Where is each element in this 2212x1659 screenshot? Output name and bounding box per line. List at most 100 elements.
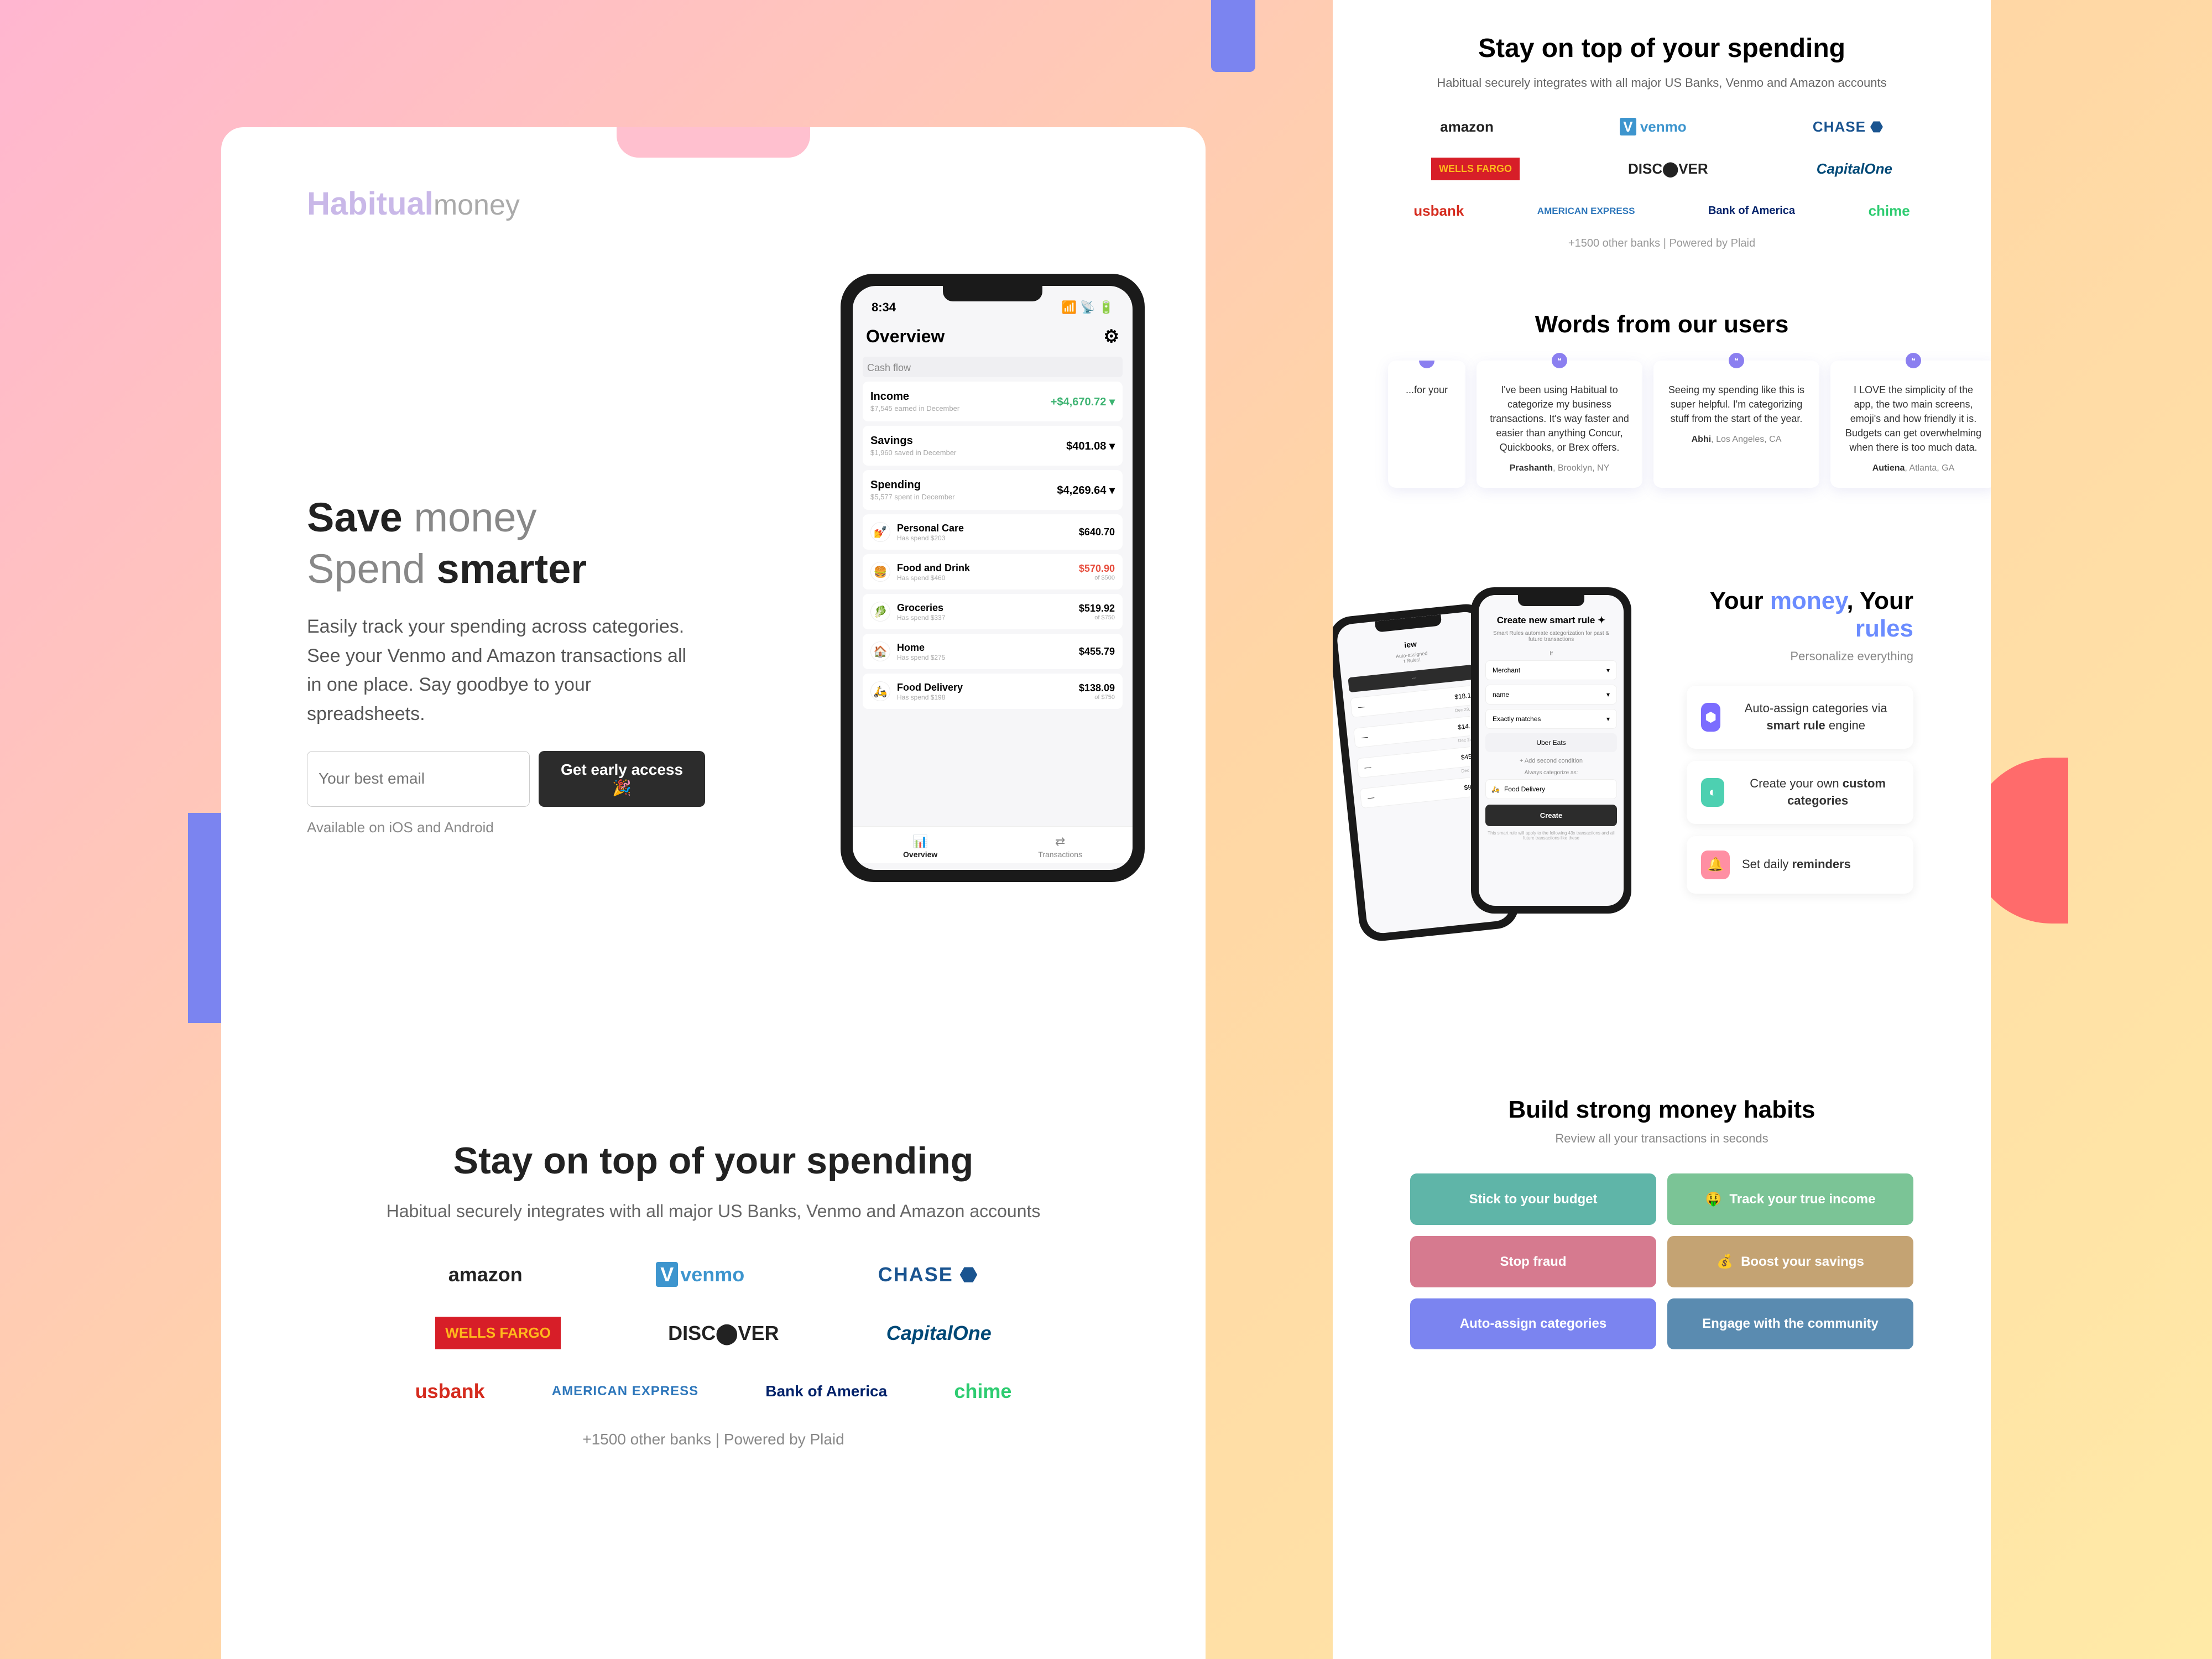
habit-button[interactable]: Stop fraud: [1410, 1236, 1656, 1287]
r-spending-sub: Habitual securely integrates with all ma…: [1377, 74, 1947, 92]
rules-phones: iew Auto-assignedt Rules! ··· —$18.19 De…: [1377, 587, 1676, 974]
category-row[interactable]: 💅Personal CareHas spend $203$640.70: [863, 514, 1123, 550]
rules-text: Your money, Your rules Personalize every…: [1676, 587, 1913, 974]
r-plaid-note: +1500 other banks | Powered by Plaid: [1377, 237, 1947, 250]
testimonial-card: ❝I've been using Habitual to categorize …: [1477, 361, 1642, 488]
rule-field-merchant[interactable]: Merchant▾: [1485, 660, 1617, 680]
category-row[interactable]: 🏠HomeHas spend $275$455.79: [863, 634, 1123, 669]
cta-button[interactable]: Get early access 🎉: [539, 751, 705, 807]
brand-grid: amazon Vvenmo CHASE ⬣ WELLS FARGO DISC⬤V…: [382, 1263, 1045, 1403]
swap-icon: ⇄: [1038, 834, 1082, 849]
brand-venmo: Vvenmo: [656, 1263, 744, 1286]
phone-status-bar: 8:34 📶 📡 🔋: [863, 298, 1123, 321]
brand-chime: chime: [954, 1380, 1011, 1403]
rule-category[interactable]: 🛵Food Delivery: [1485, 779, 1617, 799]
decor-purple-top: [1211, 0, 1255, 72]
brand-logo: Habitualmoney: [307, 185, 520, 222]
brand-amazon: amazon: [448, 1263, 523, 1286]
habits-sub: Review all your transactions in seconds: [1410, 1131, 1913, 1146]
overview-title: Overview: [866, 326, 945, 347]
tab-transactions[interactable]: ⇄Transactions: [1038, 834, 1082, 859]
email-row: Get early access 🎉: [307, 751, 705, 807]
email-input[interactable]: [307, 751, 530, 807]
spending-sub: Habitual securely integrates with all ma…: [221, 1198, 1206, 1224]
rule-create-button[interactable]: Create: [1485, 805, 1617, 826]
cashflow-label: Cash flow: [863, 357, 1123, 377]
brand-chase: CHASE ⬣: [878, 1263, 978, 1286]
rules-phone-front: Create new smart rule ✦ Smart Rules auto…: [1471, 587, 1631, 914]
habits-title: Build strong money habits: [1410, 1096, 1913, 1124]
brand-discover: DISC⬤VER: [668, 1322, 779, 1345]
spending-title: Stay on top of your spending: [221, 1139, 1206, 1182]
phone-notch: [943, 286, 1042, 301]
rule-footer: This smart rule will apply to the follow…: [1485, 831, 1617, 841]
rule-feature-card[interactable]: ◐Create your own custom categories: [1687, 761, 1913, 824]
status-icons: 📶 📡 🔋: [1062, 300, 1114, 315]
habit-button[interactable]: 🤑Track your true income: [1667, 1173, 1913, 1225]
brand-bofa: Bank of America: [765, 1383, 887, 1400]
plaid-note: +1500 other banks | Powered by Plaid: [221, 1431, 1206, 1448]
rule-feature-card[interactable]: 🔔Set daily reminders: [1687, 836, 1913, 894]
category-row[interactable]: 🛵Food DeliveryHas spend $198$138.09of $7…: [863, 674, 1123, 709]
r-brand-grid: amazon V venmo CHASE ⬣ WELLS FARGO DISC⬤…: [1377, 118, 1947, 220]
phone-mockup: 8:34 📶 📡 🔋 Overview ⚙ Cash flow Income$7…: [841, 274, 1145, 882]
brand-amex: AMERICAN EXPRESS: [552, 1384, 698, 1399]
r-brand-amazon: amazon: [1440, 118, 1494, 135]
rules-section: iew Auto-assignedt Rules! ··· —$18.19 De…: [1377, 587, 1947, 974]
rule-feature-card[interactable]: ⬢Auto-assign categories via smart rule e…: [1687, 686, 1913, 749]
habit-button[interactable]: 💰Boost your savings: [1667, 1236, 1913, 1287]
rule-field-name[interactable]: name▾: [1485, 685, 1617, 705]
feature-icon: 🔔: [1701, 851, 1730, 879]
r-brand-amex: AMERICAN EXPRESS: [1537, 206, 1635, 217]
rules-subtitle: Personalize everything: [1687, 649, 1913, 664]
habit-button[interactable]: Auto-assign categories: [1410, 1298, 1656, 1349]
tab-overview[interactable]: 📊Overview: [903, 834, 937, 859]
category-row[interactable]: 🍔Food and DrinkHas spend $460$570.90of $…: [863, 554, 1123, 589]
cashflow-row[interactable]: Income$7,545 earned in December+$4,670.7…: [863, 382, 1123, 421]
rule-phone-sub: Smart Rules automate categorization for …: [1485, 630, 1617, 643]
brand-suffix: money: [434, 189, 520, 221]
availability-text: Available on iOS and Android: [307, 819, 705, 836]
testimonial-row[interactable]: ❝...for your❝I've been using Habitual to…: [1377, 361, 1947, 488]
rules-title: Your money, Your rules: [1687, 587, 1913, 643]
spending-section: Stay on top of your spending Habitual se…: [221, 1139, 1206, 1448]
r-brand-bofa: Bank of America: [1708, 205, 1795, 217]
page-notch: [617, 127, 810, 158]
habit-button[interactable]: Stick to your budget: [1410, 1173, 1656, 1225]
feature-icon: ⬢: [1701, 703, 1720, 732]
habit-button[interactable]: Engage with the community: [1667, 1298, 1913, 1349]
cashflow-row[interactable]: Spending$5,577 spent in December$4,269.6…: [863, 470, 1123, 510]
brand-name: Habitual: [307, 186, 434, 222]
hero-heading: Save money Spend smarter: [307, 492, 705, 594]
rule-value[interactable]: Uber Eats: [1485, 733, 1617, 752]
r-brand-discover: DISC⬤VER: [1628, 160, 1708, 178]
feature-icon: ◐: [1701, 778, 1724, 807]
r-brand-venmo: V venmo: [1620, 118, 1686, 135]
rules-cards: ⬢Auto-assign categories via smart rule e…: [1687, 686, 1913, 893]
gear-icon[interactable]: ⚙: [1103, 326, 1119, 347]
r-brand-chase: CHASE ⬣: [1813, 118, 1884, 135]
phone-time: 8:34: [872, 300, 896, 315]
habits-grid: Stick to your budget🤑Track your true inc…: [1410, 1173, 1913, 1349]
r-brand-usbank: usbank: [1413, 202, 1464, 220]
brand-wellsfargo: WELLS FARGO: [435, 1317, 561, 1349]
rule-add-condition[interactable]: + Add second condition: [1485, 758, 1617, 764]
testimonial-card: ❝Seeing my spending like this is super h…: [1653, 361, 1819, 488]
cashflow-row[interactable]: Savings$1,960 saved in December$401.08 ▾: [863, 426, 1123, 466]
rule-phone-title: Create new smart rule ✦: [1485, 615, 1617, 626]
hero-section: Save money Spend smarter Easily track yo…: [307, 492, 705, 836]
testimonial-card: ❝...for your: [1388, 361, 1465, 488]
habits-section: Build strong money habits Review all you…: [1377, 1096, 1947, 1349]
r-words-title: Words from our users: [1377, 311, 1947, 338]
hero-desc: Easily track your spending across catego…: [307, 612, 705, 729]
r-brand-chime: chime: [1869, 202, 1910, 220]
overview-header: Overview ⚙: [863, 321, 1123, 357]
brand-usbank: usbank: [415, 1380, 485, 1403]
r-spending-title: Stay on top of your spending: [1377, 33, 1947, 64]
rule-field-match[interactable]: Exactly matches▾: [1485, 709, 1617, 729]
phone-tabbar: 📊Overview ⇄Transactions: [853, 826, 1133, 863]
category-row[interactable]: 🥬GroceriesHas spend $337$519.92of $750: [863, 594, 1123, 629]
r-brand-wells: WELLS FARGO: [1431, 158, 1520, 180]
brand-capitalone: CapitalOne: [886, 1322, 992, 1345]
testimonial-card: ❝I LOVE the simplicity of the app, the t…: [1830, 361, 1991, 488]
